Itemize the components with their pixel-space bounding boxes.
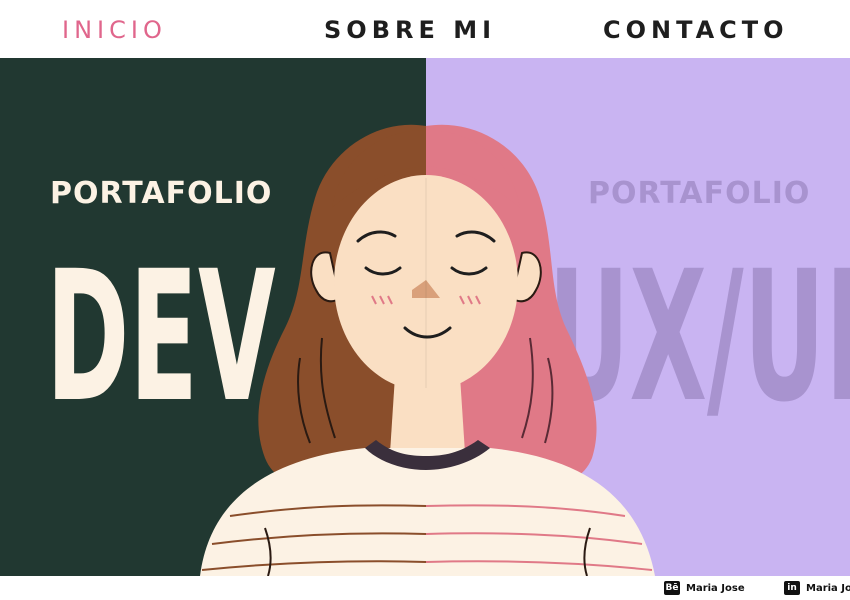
behance-name: Maria Jose — [686, 582, 745, 594]
top-navigation: INICIO SOBRE MI CONTACTO — [0, 0, 850, 58]
linkedin-link[interactable]: in Maria Jose — [784, 580, 850, 596]
nav-link-sobre-mi[interactable]: SOBRE MI — [324, 16, 496, 44]
linkedin-icon: in — [784, 581, 800, 595]
behance-link[interactable]: Bē Maria Jose — [664, 580, 745, 596]
nav-link-contacto[interactable]: CONTACTO — [603, 16, 789, 44]
girl-portrait-illustration — [200, 124, 655, 576]
footer: Bē Maria Jose in Maria Jose — [0, 576, 850, 600]
hero-banner: PORTAFOLIO PORTAFOLIO DEV UX/UI — [0, 58, 850, 576]
nav-link-inicio[interactable]: INICIO — [62, 16, 167, 44]
linkedin-name: Maria Jose — [806, 582, 850, 594]
behance-icon: Bē — [664, 581, 680, 595]
